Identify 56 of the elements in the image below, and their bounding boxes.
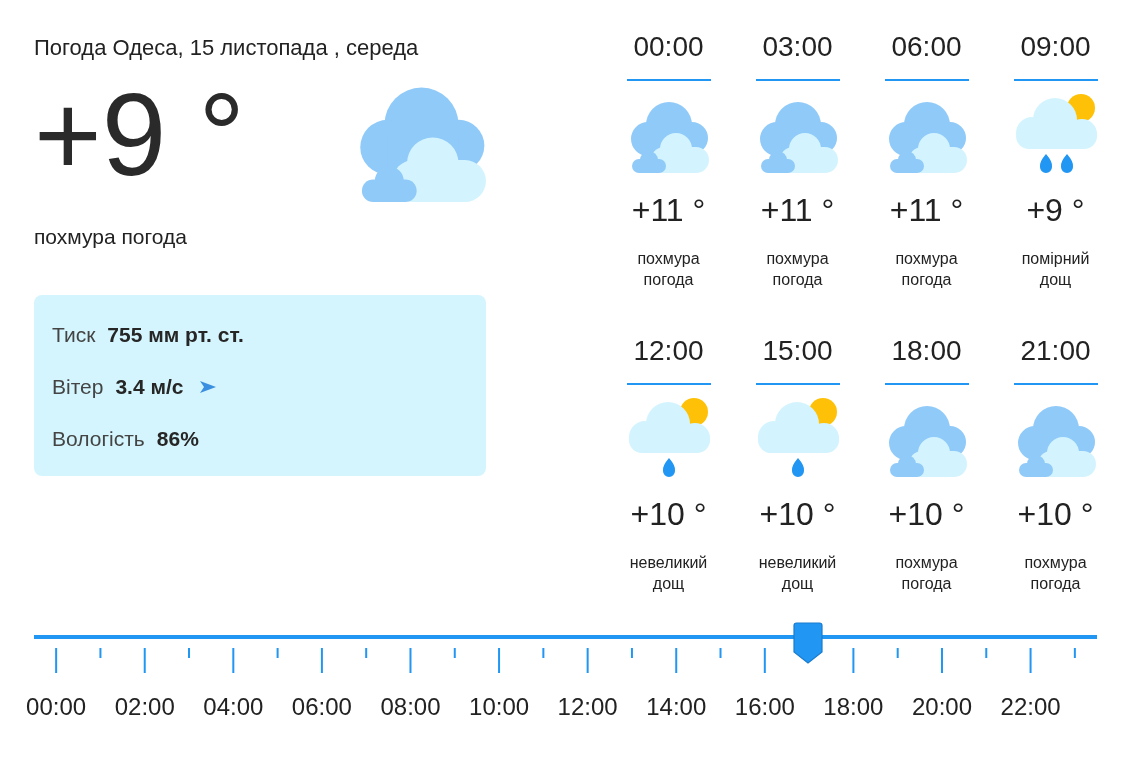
weather-description: похмура погода — [34, 224, 188, 250]
forecast-temperature: +9 ° — [1026, 192, 1085, 228]
hour-label: 02:00 — [114, 692, 175, 722]
clouds-icon — [1015, 405, 1096, 477]
arrowhead-icon — [199, 381, 216, 393]
forecast-description: невеликий дощ — [628, 553, 709, 594]
forecast-temperature: +10 ° — [888, 496, 965, 532]
sun-cloud-rain-icon — [627, 397, 710, 477]
forecast-temperature: +11 ° — [631, 192, 706, 228]
forecast-temperature: +10 ° — [630, 496, 707, 532]
sun-cloud-rain-icon — [1014, 93, 1097, 173]
hour-label: 16:00 — [734, 692, 795, 722]
detail-label: Вологість — [52, 426, 145, 452]
hour-label: 12:00 — [557, 692, 618, 722]
detail-label: Тиск — [52, 322, 96, 348]
clouds-icon — [886, 101, 967, 173]
forecast-description: похмура погода — [636, 249, 701, 290]
clouds-icon — [757, 101, 838, 173]
current-temperature: +9 ° — [34, 77, 245, 193]
hour-label: 08:00 — [380, 692, 441, 722]
forecast-time: 12:00 — [633, 335, 704, 367]
slider-thumb[interactable] — [792, 622, 823, 664]
forecast-temperature: +10 ° — [759, 496, 836, 532]
detail-label: Вітер — [52, 374, 104, 400]
forecast-time: 09:00 — [1020, 31, 1091, 63]
forecast-description: помірний дощ — [1020, 249, 1091, 290]
forecast-temperature: +11 ° — [889, 192, 964, 228]
hour-label: 06:00 — [291, 692, 352, 722]
forecast-time: 00:00 — [633, 31, 704, 63]
forecast-time: 18:00 — [891, 335, 962, 367]
forecast-time: 06:00 — [891, 31, 962, 63]
sun-cloud-rain-icon — [756, 397, 839, 477]
clouds-icon — [357, 86, 486, 202]
forecast-time: 21:00 — [1020, 335, 1091, 367]
hour-label: 22:00 — [1000, 692, 1061, 722]
hour-label: 18:00 — [823, 692, 884, 722]
clouds-icon — [886, 405, 967, 477]
forecast-description: похмура погода — [894, 249, 959, 290]
forecast-time: 15:00 — [762, 335, 833, 367]
forecast-temperature: +11 ° — [760, 192, 835, 228]
hour-label: 00:00 — [26, 692, 87, 722]
forecast-temperature: +10 ° — [1017, 496, 1094, 532]
hour-label: 20:00 — [911, 692, 972, 722]
detail-value: 755 мм рт. ст. — [107, 322, 244, 348]
detail-value: 86% — [156, 426, 199, 452]
forecast-description: похмура погода — [765, 249, 830, 290]
detail-value: 3.4 м/с — [115, 374, 184, 400]
hour-label: 10:00 — [469, 692, 530, 722]
forecast-description: похмура погода — [1023, 553, 1088, 594]
hour-label: 14:00 — [646, 692, 707, 722]
forecast-description: похмура погода — [894, 553, 959, 594]
hour-label: 04:00 — [203, 692, 264, 722]
clouds-icon — [628, 101, 709, 173]
forecast-description: невеликий дощ — [757, 553, 838, 594]
page-title: Погода Одеса, 15 листопада , середа — [34, 34, 420, 62]
forecast-time: 03:00 — [762, 31, 833, 63]
